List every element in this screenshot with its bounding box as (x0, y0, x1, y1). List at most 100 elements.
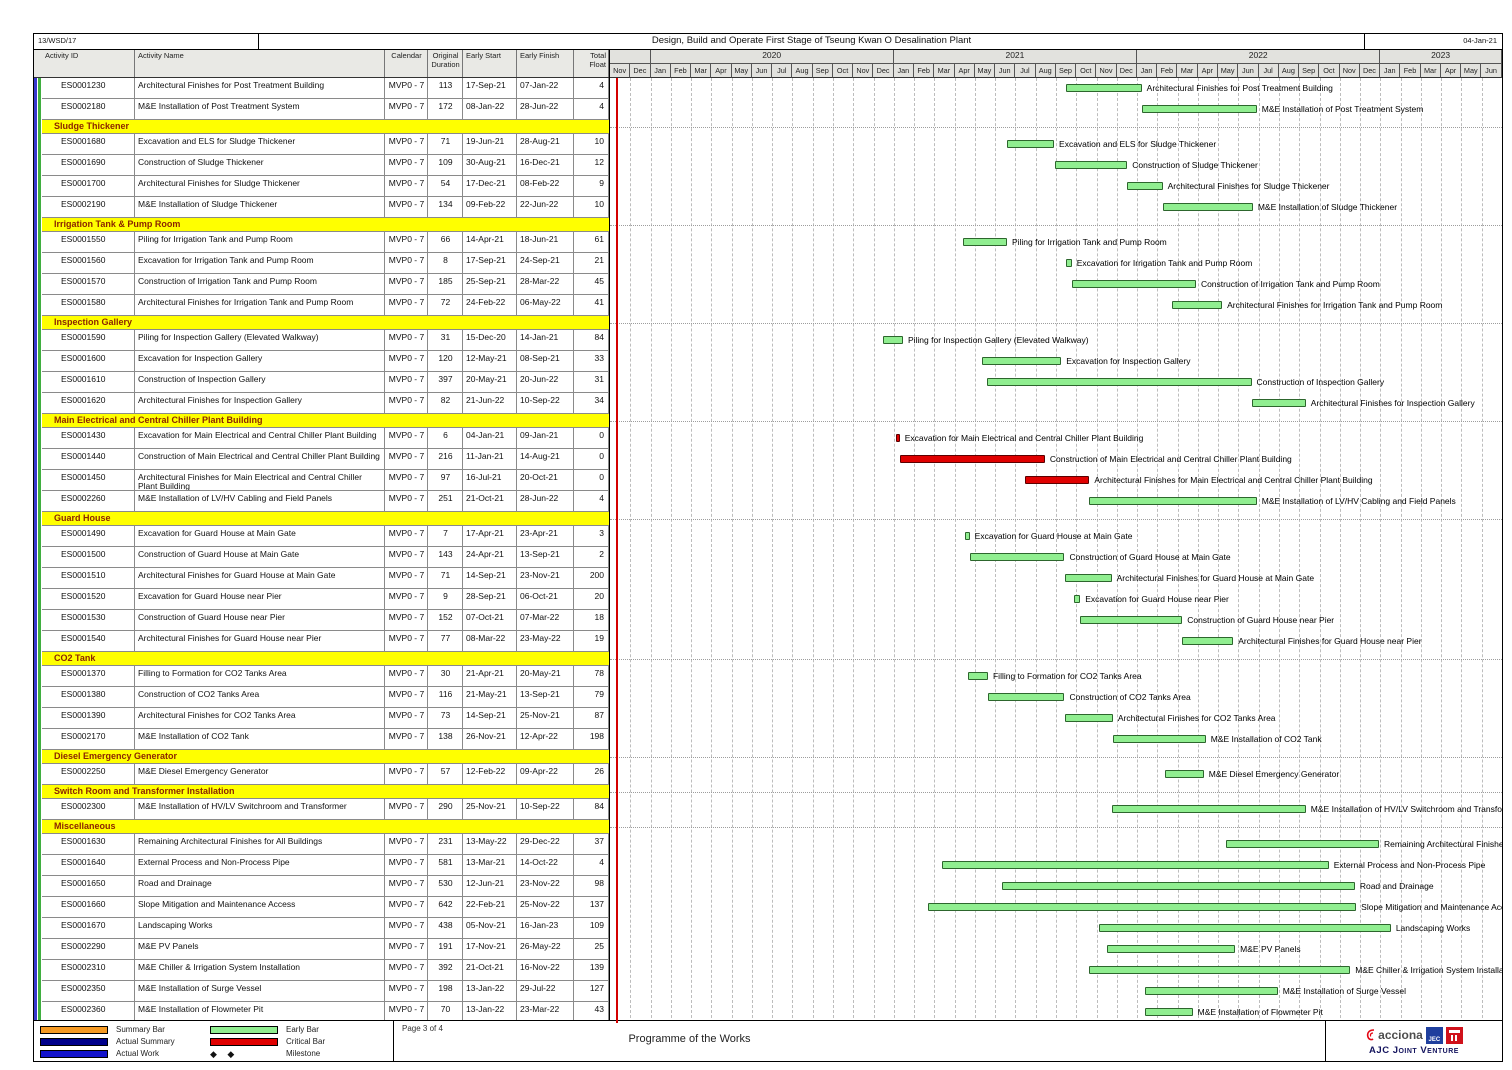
cell-early-start: 28-Sep-21 (463, 589, 517, 609)
early-bar (1127, 182, 1162, 190)
timeline-year: 2021 (894, 50, 1137, 64)
cell-early-finish: 10-Sep-22 (517, 393, 574, 413)
cell-early-finish: 25-Nov-21 (517, 708, 574, 728)
table-row: ES0001390Architectural Finishes for CO2 … (42, 708, 609, 729)
cell-early-finish: 07-Mar-22 (517, 610, 574, 630)
gantt-bar-label: M&E Chiller & Irrigation System Installa… (1355, 965, 1502, 975)
section-separator-row (610, 414, 1502, 428)
cell-activity-name: M&E Installation of Post Treatment Syste… (135, 99, 385, 119)
cell-early-finish: 23-Apr-21 (517, 526, 574, 546)
cell-activity-id: ES0002190 (42, 197, 135, 217)
gantt-row: Road and Drainage (610, 876, 1502, 897)
timeline-month: Nov (610, 64, 630, 78)
cell-activity-name: Architectural Finishes for Sludge Thicke… (135, 176, 385, 196)
cell-early-finish: 23-Nov-22 (517, 876, 574, 896)
gantt-row: Filling to Formation for CO2 Tanks Area (610, 666, 1502, 687)
table-row: ES0001580Architectural Finishes for Irri… (42, 295, 609, 316)
cell-calendar: MVP0 - 7 (385, 666, 428, 686)
cell-total-float: 12 (574, 155, 609, 175)
cell-activity-id: ES0001510 (42, 568, 135, 588)
gantt-row: Excavation for Inspection Gallery (610, 351, 1502, 372)
cell-calendar: MVP0 - 7 (385, 491, 428, 511)
footer: Summary Bar Actual Summary Actual Work E… (33, 1020, 1503, 1062)
legend: Summary Bar Actual Summary Actual Work E… (34, 1021, 394, 1061)
gantt-row: Slope Mitigation and Maintenance Access (610, 897, 1502, 918)
cell-activity-name: Construction of Guard House at Main Gate (135, 547, 385, 567)
cell-early-start: 24-Apr-21 (463, 547, 517, 567)
col-activity-id: Activity ID (42, 50, 135, 77)
cell-early-finish: 10-Sep-22 (517, 799, 574, 819)
timeline-month: Dec (1360, 64, 1380, 78)
critical-bar (896, 434, 900, 442)
cell-calendar: MVP0 - 7 (385, 1002, 428, 1022)
timeline-month: Oct (1076, 64, 1096, 78)
gantt-row: Excavation and ELS for Sludge Thickener (610, 134, 1502, 155)
cell-early-finish: 13-Sep-21 (517, 547, 574, 567)
title-band: 13/WSD/17 Design, Build and Operate Firs… (34, 34, 1502, 50)
table-row: ES0001560Excavation for Irrigation Tank … (42, 253, 609, 274)
cell-original-duration: 9 (428, 589, 463, 609)
early-bar-swatch (210, 1026, 278, 1034)
cell-early-start: 15-Dec-20 (463, 330, 517, 350)
table-row: ES0001600Excavation for Inspection Galle… (42, 351, 609, 372)
cell-original-duration: 31 (428, 330, 463, 350)
table-row: ES0001680Excavation and ELS for Sludge T… (42, 134, 609, 155)
gantt-bar-label: Architectural Finishes for Guard House n… (1238, 636, 1421, 646)
cell-activity-name: Construction of Inspection Gallery (135, 372, 385, 392)
cell-activity-name: Excavation for Guard House near Pier (135, 589, 385, 609)
joint-venture-logos: acciona JEC AJC Joint Venture (1326, 1021, 1502, 1061)
cell-early-finish: 14-Aug-21 (517, 449, 574, 469)
cell-early-start: 21-Jun-22 (463, 393, 517, 413)
page-number: Page 3 of 4 (402, 1024, 443, 1033)
cell-calendar: MVP0 - 7 (385, 855, 428, 875)
cell-early-finish: 07-Jan-22 (517, 78, 574, 98)
section-separator-line (610, 519, 1502, 520)
gantt-row: Construction of Guard House near Pier (610, 610, 1502, 631)
timeline-month: May (1461, 64, 1481, 78)
cell-early-finish: 29-Jul-22 (517, 981, 574, 1001)
cell-original-duration: 231 (428, 834, 463, 854)
cell-early-finish: 09-Apr-22 (517, 764, 574, 784)
section-header: Irrigation Tank & Pump Room (42, 218, 609, 232)
gantt-row: M&E Installation of Post Treatment Syste… (610, 99, 1502, 120)
early-bar (1113, 735, 1206, 743)
cell-total-float: 61 (574, 232, 609, 252)
early-bar (965, 532, 970, 540)
gantt-row: M&E Installation of Surge Vessel (610, 981, 1502, 1002)
cell-total-float: 137 (574, 897, 609, 917)
actual-work-swatch (40, 1050, 108, 1058)
cell-total-float: 87 (574, 708, 609, 728)
early-bar (1007, 140, 1054, 148)
timeline-month: Nov (1340, 64, 1360, 78)
cell-early-start: 04-Jan-21 (463, 428, 517, 448)
table-row: ES0001380Construction of CO2 Tanks AreaM… (42, 687, 609, 708)
cell-activity-id: ES0001230 (42, 78, 135, 98)
timeline-month: Jan (1137, 64, 1157, 78)
early-bar (1107, 945, 1235, 953)
cell-activity-name: Piling for Inspection Gallery (Elevated … (135, 330, 385, 350)
cell-activity-name: M&E Installation of HV/LV Switchroom and… (135, 799, 385, 819)
cell-total-float: 25 (574, 939, 609, 959)
table-row: ES0001550Piling for Irrigation Tank and … (42, 232, 609, 253)
table-row: ES0001450Architectural Finishes for Main… (42, 470, 609, 491)
cell-activity-name: Excavation and ELS for Sludge Thickener (135, 134, 385, 154)
early-bar (1172, 301, 1222, 309)
cell-original-duration: 71 (428, 568, 463, 588)
cell-activity-name: Excavation for Inspection Gallery (135, 351, 385, 371)
cell-original-duration: 54 (428, 176, 463, 196)
cell-activity-id: ES0001520 (42, 589, 135, 609)
cell-calendar: MVP0 - 7 (385, 155, 428, 175)
timeline-month: Jun (995, 64, 1015, 78)
cell-original-duration: 251 (428, 491, 463, 511)
cell-activity-id: ES0002250 (42, 764, 135, 784)
timeline-month: Aug (1279, 64, 1299, 78)
timeline-month: Apr (1441, 64, 1461, 78)
cell-early-start: 12-May-21 (463, 351, 517, 371)
gantt-bar-label: Excavation for Irrigation Tank and Pump … (1077, 258, 1253, 268)
timeline-month: Mar (691, 64, 711, 78)
gantt-row: M&E Installation of LV/HV Cabling and Fi… (610, 491, 1502, 512)
early-bar (1145, 987, 1278, 995)
cell-calendar: MVP0 - 7 (385, 449, 428, 469)
cell-activity-name: Piling for Irrigation Tank and Pump Room (135, 232, 385, 252)
cell-early-start: 07-Oct-21 (463, 610, 517, 630)
